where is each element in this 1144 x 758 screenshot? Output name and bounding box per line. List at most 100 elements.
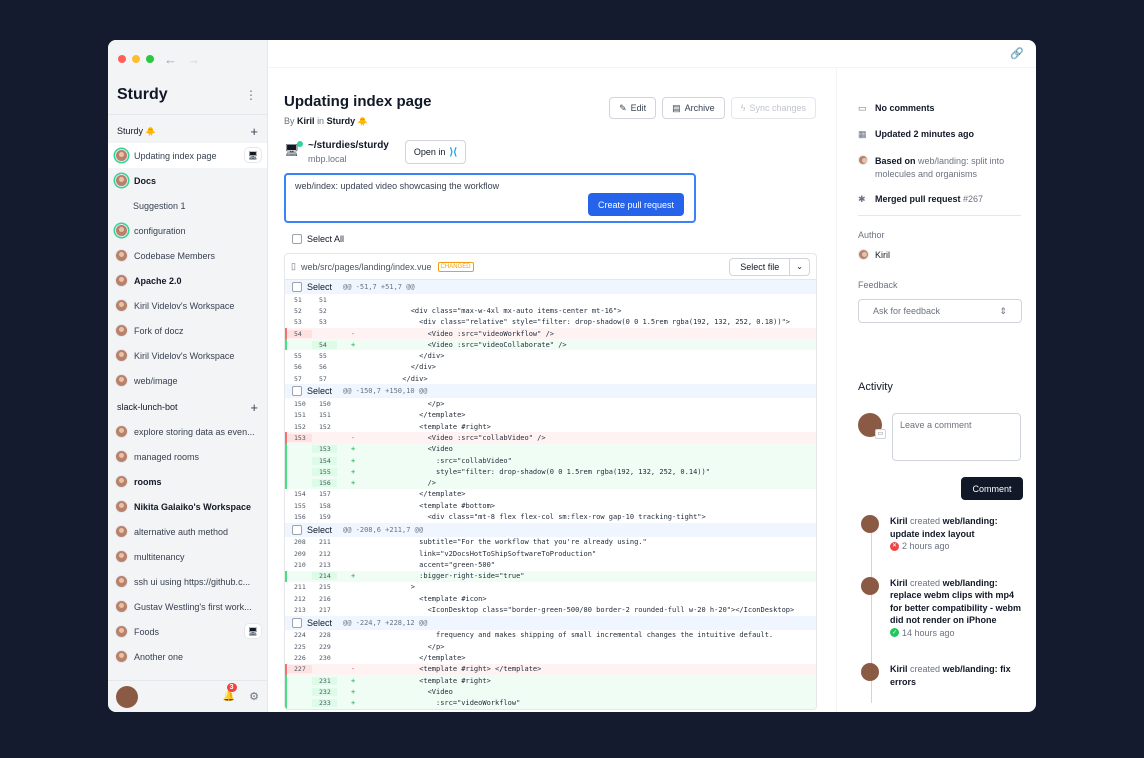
sidebar-item-label: Apache 2.0 bbox=[134, 275, 182, 286]
sidebar-item[interactable]: alternative auth method bbox=[108, 519, 267, 544]
activity-author[interactable]: Kiril bbox=[890, 578, 908, 588]
add-workspace-button[interactable]: + bbox=[250, 124, 258, 139]
sidebar-item-label: explore storing data as even... bbox=[134, 426, 255, 437]
sidebar-item-label: Kiril Videlov's Workspace bbox=[134, 300, 235, 311]
workspace-status-icon: 🖥 bbox=[245, 624, 261, 638]
sidebar-item[interactable]: Apache 2.0 bbox=[108, 268, 267, 293]
old-line-number: 51 bbox=[294, 295, 302, 304]
hunk-header: Select @@ -208,6 +211,7 @@ bbox=[285, 522, 816, 537]
diff-line: 225 229 </p> bbox=[285, 641, 816, 652]
minimize-window-button[interactable] bbox=[132, 55, 140, 63]
sidebar-item[interactable]: explore storing data as even... bbox=[108, 419, 267, 444]
old-line-number: 56 bbox=[294, 363, 302, 372]
diff-sign bbox=[337, 363, 377, 371]
sidebar-item[interactable]: web/image bbox=[108, 368, 267, 393]
old-line-number: 153 bbox=[287, 433, 312, 442]
select-all-row[interactable]: Select All bbox=[292, 234, 836, 244]
sidebar-item[interactable]: managed rooms bbox=[108, 444, 267, 469]
diff-line: 210 213 accent="green-500" bbox=[285, 559, 816, 570]
codebase-group-sturdy[interactable]: Sturdy 🐥 + bbox=[108, 119, 267, 143]
sync-changes-button[interactable]: ϟ Sync changes bbox=[730, 97, 816, 119]
new-line-number: 158 bbox=[319, 501, 331, 510]
avatar bbox=[115, 324, 128, 337]
activity-author[interactable]: Kiril bbox=[890, 516, 908, 526]
activity-author[interactable]: Kiril bbox=[890, 664, 908, 674]
sidebar-item[interactable]: rooms bbox=[108, 469, 267, 494]
sidebar-item[interactable]: Kiril Videlov's Workspace bbox=[108, 293, 267, 318]
sidebar-item[interactable]: configuration bbox=[108, 218, 267, 243]
open-in-vscode-button[interactable]: Open in ⟩⟨ bbox=[404, 140, 467, 164]
sidebar-item[interactable]: multitenancy bbox=[108, 544, 267, 569]
diff-sign bbox=[337, 631, 377, 639]
avatar bbox=[858, 155, 868, 165]
file-diff: ▯ web/src/pages/landing/index.vue CHANGE… bbox=[284, 253, 817, 710]
edit-button[interactable]: ✎ Edit bbox=[609, 97, 657, 119]
comment-button[interactable]: Comment bbox=[961, 477, 1023, 500]
commit-message-input[interactable]: web/index: updated video showcasing the … bbox=[284, 173, 696, 223]
pr-number-link[interactable]: #267 bbox=[963, 194, 983, 204]
hunk-select-checkbox[interactable] bbox=[292, 617, 302, 628]
sidebar-item-label: Gustav Westling's first work... bbox=[134, 601, 252, 612]
sidebar-item[interactable]: Docs bbox=[108, 168, 267, 193]
old-line-number: 57 bbox=[294, 374, 302, 383]
avatar: ▭ bbox=[858, 413, 886, 439]
old-line-number: 156 bbox=[294, 512, 306, 521]
more-options-icon[interactable]: ⋮ bbox=[245, 88, 257, 102]
codebase-group-slack-lunch-bot[interactable]: slack-lunch-bot + bbox=[108, 395, 267, 419]
diff-line: 54 + <Video :src="videoCollaborate" /> bbox=[285, 339, 816, 351]
app-window: ← → Sturdy ⋮ Sturdy 🐥 + Updating index p… bbox=[108, 40, 1036, 712]
hunk-select-checkbox[interactable] bbox=[292, 524, 302, 535]
old-line-number: 151 bbox=[294, 411, 306, 420]
select-file-button[interactable]: Select file bbox=[730, 259, 789, 275]
diff-sign bbox=[337, 538, 377, 546]
comment-input[interactable]: Leave a comment bbox=[892, 413, 1021, 461]
hunk-select[interactable]: Select bbox=[285, 524, 337, 535]
hunk-select-checkbox[interactable] bbox=[292, 386, 302, 397]
user-avatar[interactable] bbox=[116, 685, 138, 708]
chick-icon: 🐥 bbox=[357, 117, 368, 126]
maximize-window-button[interactable] bbox=[146, 55, 154, 63]
archive-button[interactable]: ▤ Archive bbox=[662, 97, 725, 119]
copy-link-icon[interactable]: 🔗 bbox=[1010, 47, 1024, 60]
sidebar-item[interactable]: Another one bbox=[108, 644, 267, 669]
close-window-button[interactable] bbox=[118, 55, 126, 63]
activity-timeline: Kiril created web/landing: update index … bbox=[858, 515, 1021, 703]
old-line-number: 54 bbox=[287, 329, 312, 338]
author-link[interactable]: Kiril bbox=[297, 116, 315, 126]
create-pull-request-button[interactable]: Create pull request bbox=[587, 193, 684, 216]
sidebar-item[interactable]: ssh ui using https://github.c... bbox=[108, 569, 267, 594]
sidebar-item[interactable]: Updating index page 🖥 bbox=[108, 143, 267, 168]
sidebar-item[interactable]: Gustav Westling's first work... bbox=[108, 594, 267, 619]
sidebar-item[interactable]: Codebase Members bbox=[108, 243, 267, 268]
old-line-number: 52 bbox=[294, 306, 302, 315]
codebase-link[interactable]: Sturdy bbox=[327, 116, 356, 126]
diff-sign: + bbox=[351, 687, 356, 696]
activity-change-link[interactable]: web/landing: fix errors bbox=[890, 664, 1011, 687]
ask-for-feedback-select[interactable]: Ask for feedback ⇕ bbox=[858, 299, 1022, 323]
sidebar-item[interactable]: Fork of docz bbox=[108, 318, 267, 343]
sidebar-item[interactable]: Nikita Galaiko's Workspace bbox=[108, 494, 267, 519]
sidebar-item[interactable]: Suggestion 1 bbox=[108, 193, 267, 218]
diff-line: 232 + <Video bbox=[285, 686, 816, 698]
settings-gear-icon[interactable]: ⚙ bbox=[249, 690, 259, 703]
add-workspace-button[interactable]: + bbox=[250, 400, 258, 415]
diff-line: 151 151 </template> bbox=[285, 410, 816, 421]
forward-arrow-icon[interactable]: → bbox=[187, 53, 200, 66]
diff-sign bbox=[337, 550, 377, 558]
new-line-number: 152 bbox=[319, 422, 331, 431]
select-all-checkbox[interactable] bbox=[292, 234, 302, 244]
hunk-select-checkbox[interactable] bbox=[292, 282, 302, 292]
hunk-select[interactable]: Select bbox=[285, 617, 337, 628]
hunk-select[interactable]: Select bbox=[285, 386, 337, 397]
check-circle-icon: ✓ bbox=[890, 628, 899, 638]
avatar bbox=[115, 500, 128, 513]
activity-time-text: 14 hours ago bbox=[902, 627, 955, 638]
author-row: Kiril bbox=[858, 249, 1021, 260]
hunk-select-label: Select bbox=[307, 617, 333, 628]
back-arrow-icon[interactable]: ← bbox=[164, 53, 177, 66]
sidebar-item[interactable]: Foods 🖥 bbox=[108, 619, 267, 644]
hunk-select[interactable]: Select bbox=[285, 282, 337, 292]
sidebar-item[interactable]: Kiril Videlov's Workspace bbox=[108, 343, 267, 368]
notifications-bell-icon[interactable]: 🔔 3 bbox=[223, 683, 237, 702]
chevron-down-icon[interactable]: ⌄ bbox=[789, 258, 809, 275]
